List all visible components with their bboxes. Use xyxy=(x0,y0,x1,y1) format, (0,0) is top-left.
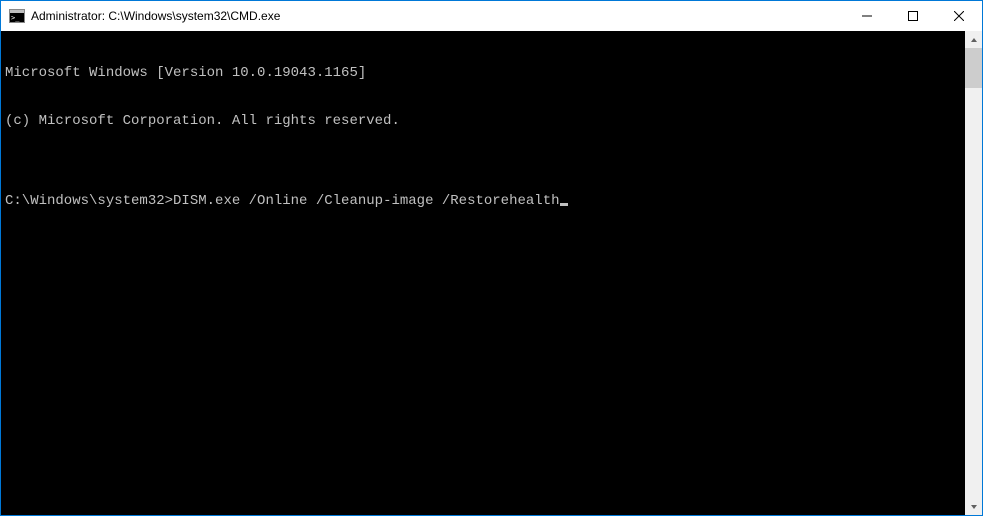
terminal[interactable]: Microsoft Windows [Version 10.0.19043.11… xyxy=(1,31,965,515)
cmd-window: >_ Administrator: C:\Windows\system32\CM… xyxy=(0,0,983,516)
terminal-prompt-line: C:\Windows\system32>DISM.exe /Online /Cl… xyxy=(5,193,965,209)
scroll-down-button[interactable] xyxy=(965,498,982,515)
scroll-thumb[interactable] xyxy=(965,48,982,88)
maximize-button[interactable] xyxy=(890,1,936,31)
close-button[interactable] xyxy=(936,1,982,31)
terminal-line: (c) Microsoft Corporation. All rights re… xyxy=(5,113,965,129)
svg-text:>_: >_ xyxy=(11,14,20,22)
client-area: Microsoft Windows [Version 10.0.19043.11… xyxy=(1,31,982,515)
minimize-button[interactable] xyxy=(844,1,890,31)
scroll-up-button[interactable] xyxy=(965,31,982,48)
cmd-icon: >_ xyxy=(9,8,25,24)
window-controls xyxy=(844,1,982,31)
prompt-text: C:\Windows\system32> xyxy=(5,193,173,209)
titlebar[interactable]: >_ Administrator: C:\Windows\system32\CM… xyxy=(1,1,982,31)
vertical-scrollbar[interactable] xyxy=(965,31,982,515)
command-text: DISM.exe /Online /Cleanup-image /Restore… xyxy=(173,193,559,209)
window-title: Administrator: C:\Windows\system32\CMD.e… xyxy=(31,9,844,23)
terminal-line: Microsoft Windows [Version 10.0.19043.11… xyxy=(5,65,965,81)
text-cursor xyxy=(560,203,568,206)
